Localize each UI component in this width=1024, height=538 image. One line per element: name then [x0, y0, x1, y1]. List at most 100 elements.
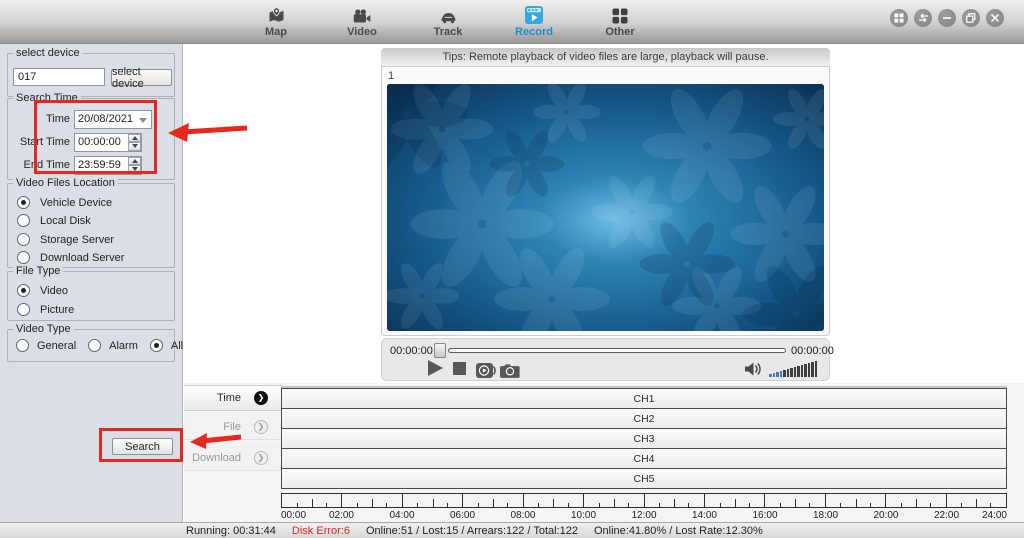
tick-label: 18:00 [812, 510, 839, 521]
spin-up-button[interactable] [128, 133, 141, 142]
radio-local-disk[interactable]: Local Disk [17, 214, 91, 227]
snapshot-button[interactable] [500, 363, 520, 381]
search-sidebar: select device 017 select device Search T… [0, 44, 183, 522]
status-bar: Running: 00:31:44 Disk Error:6 Online:51… [0, 522, 1024, 538]
select-device-button[interactable]: select device [111, 66, 172, 90]
start-time-spinner [128, 133, 141, 151]
tick-label: 16:00 [752, 510, 778, 521]
switch-user-button[interactable] [914, 9, 932, 27]
start-time-label: Start Time [19, 136, 70, 148]
tick-label: 20:00 [873, 510, 899, 521]
nav-item-track[interactable]: Track [413, 5, 483, 41]
video-panel: 1 [381, 66, 830, 336]
file-type-group: File Type Video Picture [7, 265, 175, 321]
channel-row-ch3[interactable]: CH3 [281, 428, 1007, 449]
tab-time[interactable]: Time ❯ [184, 385, 281, 411]
ruler-cell [282, 494, 343, 507]
spin-up-button[interactable] [128, 156, 141, 165]
ruler-cell [886, 494, 947, 507]
end-time-input[interactable]: 23:59:59 [74, 155, 142, 175]
maximize-restore-button[interactable] [962, 9, 980, 27]
spin-down-button[interactable] [128, 165, 141, 174]
play-button[interactable] [428, 360, 443, 376]
radio-video[interactable]: Video [17, 284, 68, 297]
tips-text: Tips: Remote playback of video files are… [442, 51, 769, 63]
video-type-title: Video Type [13, 323, 74, 335]
tick-label: 02:00 [328, 510, 354, 521]
volume-level-bars[interactable] [769, 361, 825, 377]
tick-label: 12:00 [631, 510, 657, 521]
channel-grid: CH1 CH2 CH3 CH4 CH5 [281, 386, 1007, 489]
close-button[interactable] [986, 9, 1004, 27]
radio-storage-server[interactable]: Storage Server [17, 233, 114, 246]
radio-download-server[interactable]: Download Server [17, 251, 124, 264]
ruler-cell [342, 494, 403, 507]
tick-label: 06:00 [449, 510, 476, 521]
minimize-button[interactable] [938, 9, 956, 27]
total-time: 00:00:00 [791, 345, 834, 357]
nav-item-map[interactable]: Map [241, 5, 311, 41]
chevron-right-icon: ❯ [254, 391, 268, 405]
chevron-down-icon [139, 117, 147, 123]
tick-label: 00:00 [281, 510, 307, 521]
ruler-cell [825, 494, 887, 507]
radio-icon [17, 214, 30, 227]
tick-label: 14:00 [691, 510, 717, 521]
nav-label-map: Map [265, 26, 287, 38]
window-controls [890, 9, 1004, 27]
speaker-icon[interactable] [744, 361, 763, 380]
end-time-spinner [128, 156, 141, 174]
nav-item-video[interactable]: Video [327, 5, 397, 41]
timeline-panel: Time ❯ File ❯ Download ❯ CH1 CH2 CH3 CH4… [184, 383, 1024, 522]
file-type-title: File Type [13, 265, 64, 277]
end-time-value: 23:59:59 [78, 158, 121, 171]
seek-handle[interactable] [434, 343, 446, 358]
search-button[interactable]: Search [112, 438, 173, 455]
nav-item-other[interactable]: Other [585, 5, 655, 41]
ruler-cell [765, 494, 826, 507]
radio-icon [17, 233, 30, 246]
time-ruler-labels: 00:00 02:00 04:00 06:00 08:00 10:00 12:0… [281, 510, 1007, 522]
device-id-input[interactable]: 017 [13, 68, 105, 86]
spin-down-button[interactable] [128, 142, 141, 151]
ruler-cell [946, 494, 1007, 507]
stop-button[interactable] [453, 362, 466, 375]
video-display[interactable] [387, 84, 824, 331]
radio-icon [17, 284, 30, 297]
ruler-cell [584, 494, 645, 507]
elapsed-time: 00:00:00 [390, 345, 433, 357]
layout-grid-button[interactable] [890, 9, 908, 27]
running-time: Running: 00:31:44 [186, 524, 276, 537]
record-clip-button[interactable] [476, 363, 496, 381]
tick-label: 22:00 [933, 510, 960, 521]
nav-item-record[interactable]: Record [499, 5, 569, 41]
radio-picture[interactable]: Picture [17, 303, 74, 316]
start-time-input[interactable]: 00:00:00 [74, 132, 142, 152]
chevron-right-icon: ❯ [254, 419, 268, 434]
radio-all[interactable]: All [149, 339, 183, 352]
seek-track[interactable] [448, 348, 786, 353]
tick-label: 10:00 [570, 510, 597, 521]
radio-icon [88, 339, 102, 352]
start-time-value: 00:00:00 [78, 135, 121, 148]
top-nav-bar: Map Video Track Record Other [0, 0, 1024, 44]
tab-file[interactable]: File ❯ [184, 414, 281, 440]
record-playback-icon [525, 5, 543, 24]
ruler-cell [704, 494, 766, 507]
select-device-group: select device 017 select device [7, 47, 175, 97]
video-type-group: Video Type General Alarm All [7, 323, 183, 362]
channel-row-ch1[interactable]: CH1 [281, 388, 1007, 409]
disk-error-count: Disk Error:6 [291, 524, 350, 537]
nav-label-video: Video [347, 26, 377, 38]
channel-row-ch4[interactable]: CH4 [281, 448, 1007, 469]
radio-general[interactable]: General [16, 339, 76, 352]
channel-row-ch2[interactable]: CH2 [281, 408, 1007, 429]
map-icon [268, 5, 285, 24]
radio-alarm[interactable]: Alarm [88, 339, 138, 352]
radio-vehicle-device[interactable]: Vehicle Device [17, 196, 112, 209]
nav-label-record: Record [515, 26, 553, 38]
tips-bar: Tips: Remote playback of video files are… [381, 48, 830, 66]
channel-row-ch5[interactable]: CH5 [281, 468, 1007, 489]
date-select[interactable]: 20/08/2021 [74, 109, 152, 129]
tab-download[interactable]: Download ❯ [184, 445, 281, 471]
